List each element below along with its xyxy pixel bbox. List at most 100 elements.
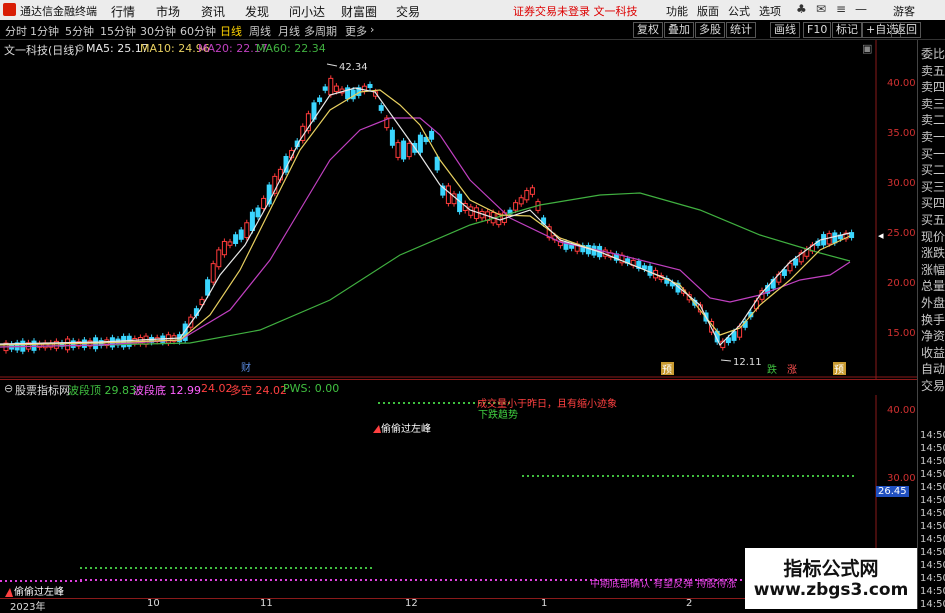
menu-market[interactable]: 市场 xyxy=(156,3,180,20)
indicator-dot xyxy=(130,567,132,569)
indicator-dot xyxy=(537,475,539,477)
indicator-dot xyxy=(612,475,614,477)
menu-wealth[interactable]: 财富圈 xyxy=(341,3,377,20)
tab-monthly[interactable]: 月线 xyxy=(278,23,300,39)
indicator-dot xyxy=(100,567,102,569)
menu-quotes[interactable]: 行情 xyxy=(111,3,135,20)
indicator-dot xyxy=(542,475,544,477)
indicator-dot xyxy=(345,567,347,569)
indicator-dot xyxy=(315,567,317,569)
indicator-dot xyxy=(10,580,12,582)
menu-formula[interactable]: 公式 xyxy=(728,3,750,19)
menu-discover[interactable]: 发现 xyxy=(245,3,269,20)
indicator-dot xyxy=(175,567,177,569)
menu-options[interactable]: 选项 xyxy=(759,3,781,19)
indicator-dot xyxy=(270,567,272,569)
indicator-dot xyxy=(240,579,242,581)
indicator-dot xyxy=(290,579,292,581)
indicator-dot xyxy=(345,579,347,581)
indicator-dot xyxy=(360,579,362,581)
tab-daily[interactable]: 日线 xyxy=(220,23,242,39)
indicator-dot xyxy=(75,580,77,582)
candle xyxy=(518,197,524,205)
indicator-dot xyxy=(547,475,549,477)
candle xyxy=(832,232,838,244)
indicator-dot xyxy=(265,579,267,581)
f10-button[interactable]: F10 xyxy=(803,22,832,38)
skin-icon[interactable]: ♣ xyxy=(796,2,807,16)
back-button[interactable]: 返回 xyxy=(891,22,921,38)
side-label: 涨幅 xyxy=(921,262,945,277)
indicator-dot xyxy=(762,475,764,477)
indicator-dot xyxy=(215,579,217,581)
kline-chart[interactable]: 42.34 12.11 财 预 跌 涨 预 xyxy=(0,40,917,380)
indicator-dot xyxy=(185,567,187,569)
adjust-button[interactable]: 复权 xyxy=(633,22,663,38)
tab-weekly[interactable]: 周线 xyxy=(249,23,271,39)
candle xyxy=(367,83,373,89)
indicator-dot xyxy=(15,580,17,582)
marker-forecast-2[interactable]: 预 xyxy=(834,364,844,376)
tab-more[interactable]: 更多 xyxy=(345,23,367,39)
indicator-dot xyxy=(150,579,152,581)
menu-icon[interactable]: ≡ xyxy=(836,2,846,16)
side-label: 卖五 xyxy=(921,63,945,78)
side-label: 现价 xyxy=(921,229,945,244)
tab-15min[interactable]: 15分钟 xyxy=(100,23,136,39)
candle xyxy=(401,140,407,160)
statistics-button[interactable]: 统计 xyxy=(726,22,756,38)
tab-intraday[interactable]: 分时 xyxy=(5,23,27,39)
ma60-line xyxy=(0,192,851,348)
indicator-dot xyxy=(310,579,312,581)
indicator-dot xyxy=(500,579,502,581)
indicator-dot xyxy=(393,402,395,404)
side-time: 14:50 xyxy=(920,430,945,441)
indicator-dot xyxy=(285,567,287,569)
indicator-dot xyxy=(485,579,487,581)
indicator-dot xyxy=(395,579,397,581)
indicator-dot xyxy=(370,579,372,581)
tab-5min[interactable]: 5分钟 xyxy=(65,23,94,39)
multi-stock-button[interactable]: 多股 xyxy=(695,22,725,38)
indicator-dot xyxy=(355,567,357,569)
indicator-dot xyxy=(727,475,729,477)
indicator-dot xyxy=(155,579,157,581)
indicator-dot xyxy=(667,475,669,477)
side-time: 14:50 xyxy=(920,469,945,480)
menu-news[interactable]: 资讯 xyxy=(201,3,225,20)
message-icon[interactable]: ✉ xyxy=(816,2,826,16)
candle xyxy=(524,190,530,201)
tab-multi-period[interactable]: 多周期 xyxy=(304,23,337,39)
tab-30min[interactable]: 30分钟 xyxy=(140,23,176,39)
menu-trade[interactable]: 交易 xyxy=(396,3,420,20)
indicator-dot xyxy=(530,579,532,581)
marker-forecast-1[interactable]: 预 xyxy=(662,364,672,376)
indicator-dot xyxy=(330,567,332,569)
xlabel-2023: 2023年 xyxy=(10,602,46,613)
menu-layout[interactable]: 版面 xyxy=(697,3,719,19)
marker-rise[interactable]: 涨 xyxy=(787,364,797,376)
indicator-dot xyxy=(25,580,27,582)
indicator-dot xyxy=(515,579,517,581)
indicator-close-icon[interactable]: ⊖ xyxy=(4,382,13,395)
indicator-dot xyxy=(145,567,147,569)
menu-ask[interactable]: 问小达 xyxy=(289,3,325,20)
overlay-button[interactable]: 叠加 xyxy=(664,22,694,38)
menu-function[interactable]: 功能 xyxy=(666,3,688,19)
indicator-dot xyxy=(582,475,584,477)
tab-1min[interactable]: 1分钟 xyxy=(30,23,59,39)
indicator-dot xyxy=(540,579,542,581)
draw-line-button[interactable]: 画线 xyxy=(770,22,800,38)
indicator-dot xyxy=(330,579,332,581)
candle xyxy=(328,77,334,96)
more-chevron-icon[interactable]: › xyxy=(370,23,374,36)
tab-60min[interactable]: 60分钟 xyxy=(180,23,216,39)
guest-label[interactable]: 游客 xyxy=(893,3,915,19)
indicator-dot xyxy=(90,579,92,581)
mark-button[interactable]: 标记 xyxy=(832,22,862,38)
marker-drop[interactable]: 跌 xyxy=(767,363,777,376)
minimize-icon[interactable]: — xyxy=(855,2,867,16)
marker-finance[interactable]: 财 xyxy=(241,361,251,374)
side-time: 14:50 xyxy=(920,560,945,571)
pws-value: PWS: 0.00 xyxy=(283,382,340,395)
